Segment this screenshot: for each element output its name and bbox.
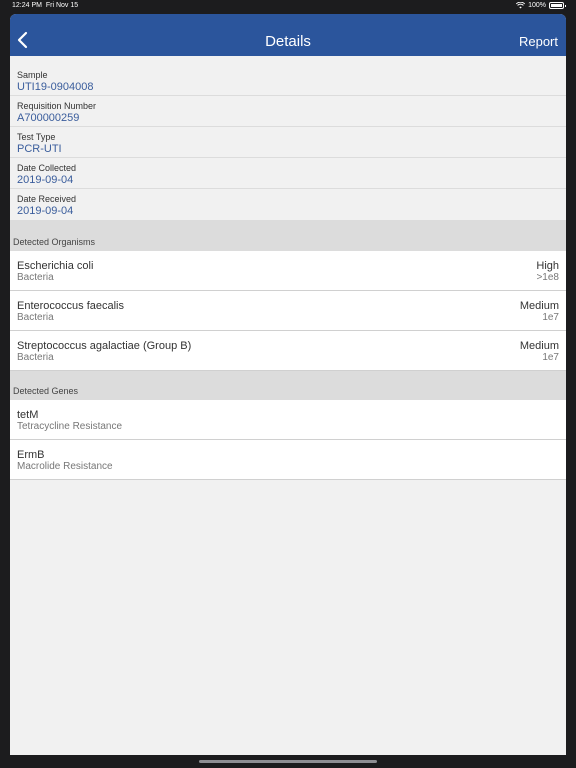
list-item[interactable]: ErmB Macrolide Resistance [10, 440, 566, 480]
info-row-requisition: Requisition Number A700000259 [10, 96, 566, 127]
wifi-icon [516, 2, 526, 9]
gene-name: tetM [17, 409, 39, 421]
genes-section-header: Detected Genes [10, 371, 566, 400]
organism-type: Bacteria [17, 352, 54, 363]
list-item[interactable]: Streptococcus agalactiae (Group B) Bacte… [10, 331, 566, 371]
genes-list: tetM Tetracycline Resistance ErmB Macrol… [10, 400, 566, 480]
gene-description: Macrolide Resistance [17, 461, 113, 472]
status-bar: 12:24 PM Fri Nov 15 100% [0, 0, 576, 13]
status-date-text: Fri Nov 15 [45, 2, 79, 9]
nav-bar: Details Report [10, 14, 566, 56]
organism-level: Medium [519, 300, 559, 312]
info-label: Date Received [17, 194, 77, 204]
info-value: A700000259 [17, 112, 80, 124]
status-time-text: 12:24 PM [12, 2, 42, 9]
report-button[interactable]: Report [519, 34, 558, 49]
info-value: UTI19-0904008 [17, 81, 94, 93]
info-value: 2019-09-04 [17, 205, 74, 217]
organisms-section-header: Detected Organisms [10, 220, 566, 251]
info-row-sample: Sample UTI19-0904008 [10, 65, 566, 96]
organism-name: Streptococcus agalactiae (Group B) [17, 340, 192, 352]
organism-level: High [536, 260, 559, 272]
section-header-label: Detected Genes [13, 386, 79, 396]
sample-info-list: Sample UTI19-0904008 Requisition Number … [10, 65, 566, 220]
organism-level: Medium [519, 340, 559, 352]
list-item[interactable]: tetM Tetracycline Resistance [10, 400, 566, 440]
organism-count: 1e7 [542, 352, 559, 363]
organism-type: Bacteria [17, 312, 54, 323]
gene-name: ErmB [17, 449, 45, 461]
status-right: 100% [516, 2, 566, 9]
organism-count: >1e8 [536, 272, 559, 283]
organism-name: Enterococcus faecalis [17, 300, 124, 312]
organism-type: Bacteria [17, 272, 54, 283]
info-label: Sample [17, 70, 48, 80]
info-label: Requisition Number [17, 101, 97, 111]
page-title: Details [265, 33, 311, 50]
info-value: PCR-UTI [17, 143, 62, 155]
status-time: 12:24 PM Fri Nov 15 [12, 2, 78, 9]
home-indicator[interactable] [199, 760, 377, 763]
battery-percent: 100% [528, 2, 546, 9]
list-item[interactable]: Escherichia coli Bacteria High >1e8 [10, 251, 566, 291]
organism-count: 1e7 [542, 312, 559, 323]
info-value: 2019-09-04 [17, 174, 74, 186]
organisms-list: Escherichia coli Bacteria High >1e8 Ente… [10, 251, 566, 371]
list-item[interactable]: Enterococcus faecalis Bacteria Medium 1e… [10, 291, 566, 331]
info-row-test-type: Test Type PCR-UTI [10, 127, 566, 158]
section-header-label: Detected Organisms [13, 237, 96, 247]
battery-icon [549, 2, 566, 9]
gene-description: Tetracycline Resistance [17, 421, 123, 432]
info-row-date-received: Date Received 2019-09-04 [10, 189, 566, 220]
info-label: Date Collected [17, 163, 77, 173]
info-row-date-collected: Date Collected 2019-09-04 [10, 158, 566, 189]
details-sheet: Details Report Sample UTI19-0904008 Requ… [10, 14, 566, 755]
organism-name: Escherichia coli [17, 260, 94, 272]
info-label: Test Type [17, 132, 56, 142]
